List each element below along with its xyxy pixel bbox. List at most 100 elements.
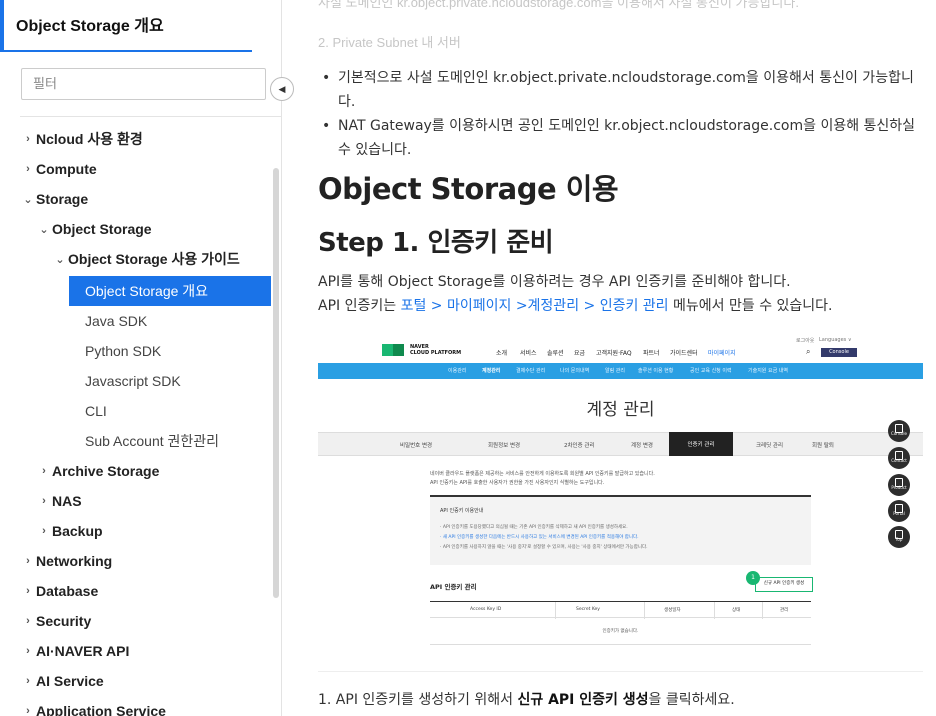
console-tab-active: 인증키 관리 — [687, 442, 715, 448]
sidebar-scrollbar[interactable] — [273, 168, 279, 598]
subnav-item: 나의 문의내역 — [560, 368, 590, 374]
naver-cloud-logo-text: NAVER CLOUD PLATFORM — [410, 344, 462, 356]
chevron-right-icon: › — [26, 615, 30, 627]
instruction-step: 1. API 인증키를 생성하기 위해서 신규 API 인증키 생성을 클릭하세… — [318, 689, 735, 709]
nav-item-label: Sub Account 권한관리 — [85, 433, 220, 449]
top-quick-icon: Top — [888, 526, 910, 548]
chevron-down-icon: ⌄ — [23, 193, 33, 206]
subnav-item: 결제수단 관리 — [516, 368, 546, 374]
paragraph-with-link: API 인증키는 포털 > 마이페이지 >계정관리 > 인증키 관리 메뉴에서 … — [318, 295, 833, 315]
gnb-item: 파트너 — [643, 350, 660, 357]
paragraph: API를 통해 Object Storage를 이용하려는 경우 API 인증키… — [318, 274, 791, 290]
nav-item-backup[interactable]: › Backup — [36, 516, 102, 546]
nav-item-object-storage-overview[interactable]: Object Storage 개요 — [69, 276, 271, 306]
nav-item-object-storage-guide[interactable]: ⌄ Object Storage 사용 가이드 — [52, 244, 240, 274]
console-tab: 계정 변경 — [631, 443, 653, 449]
step-badge: 1 — [746, 571, 760, 585]
nav-item-nas[interactable]: › NAS — [36, 486, 81, 516]
filter-input[interactable] — [21, 68, 266, 100]
info-line: · 새 API 인증키를 생성한 다음에는 반드시 사용하고 있는 서비스에 변… — [440, 535, 639, 540]
console-quick-icon: Console — [888, 420, 910, 442]
instruction-emphasis: 신규 API 인증키 생성 — [517, 692, 649, 708]
console-button: Console — [821, 348, 857, 357]
info-line: · API 인증키를 도용당했다고 의심될 때는 기존 API 인증키를 삭제하… — [440, 525, 628, 530]
console-screenshot: NAVER CLOUD PLATFORM 소개 서비스 솔루션 요금 고객지원·F… — [318, 333, 923, 651]
nav-item-javascript-sdk[interactable]: Javascript SDK — [85, 366, 181, 396]
info-line: · API 인증키를 사용하지 않을 때는 '사용 중지'로 설정할 수 있으며… — [440, 545, 648, 550]
nav-item-label: Object Storage 사용 가이드 — [68, 251, 240, 267]
column-header: Secret Key — [576, 607, 600, 612]
bullet-item: NAT Gateway를 이용하시면 공인 도메인인 kr.object.ncl… — [318, 114, 928, 162]
chevron-right-icon: › — [26, 705, 30, 716]
contact-quick-icon: Contact — [888, 447, 910, 469]
subnav-item-active: 계정관리 — [482, 368, 501, 374]
nav-item-database[interactable]: › Database — [20, 576, 98, 606]
nav-item-java-sdk[interactable]: Java SDK — [85, 306, 147, 336]
sidebar-collapse-button[interactable]: ◀ — [270, 77, 294, 101]
subnav-item: 이용관리 — [448, 368, 467, 374]
bullet-item: 기본적으로 사설 도메인인 kr.object.private.ncloudst… — [318, 66, 928, 114]
portal-quick-icon: Portal — [888, 500, 910, 522]
nav-item-label: Compute — [36, 161, 97, 177]
nav-item-application-service[interactable]: › Application Service — [20, 696, 166, 716]
nav-item-ncloud-env[interactable]: › Ncloud 사용 환경 — [20, 124, 143, 154]
chevron-right-icon: › — [26, 585, 30, 597]
nav-item-label: Object Storage — [52, 221, 152, 237]
nav-item-archive-storage[interactable]: › Archive Storage — [36, 456, 159, 486]
faded-heading: 2. Private Subnet 내 서버 — [318, 35, 461, 50]
info-box: API 인증키 이용안내 · API 인증키를 도용당했다고 의심될 때는 기존… — [430, 495, 811, 565]
chevron-right-icon: › — [26, 675, 30, 687]
chevron-right-icon: › — [42, 495, 46, 507]
api-key-section-heading: API 인증키 관리 — [430, 583, 477, 591]
section-heading: Object Storage 이용 — [318, 172, 619, 206]
bullet-list: 기본적으로 사설 도메인인 kr.object.private.ncloudst… — [318, 66, 928, 162]
logout-link: 로그아웃 — [796, 338, 815, 344]
chevron-right-icon: › — [26, 163, 30, 175]
nav-item-cli[interactable]: CLI — [85, 396, 107, 426]
new-api-key-button: 신규 API 인증키 생성 — [755, 577, 813, 592]
sidebar-header: Object Storage 개요 — [4, 0, 252, 52]
nav-item-label: Java SDK — [85, 313, 148, 329]
console-tab: 회원정보 변경 — [488, 443, 521, 449]
chevron-right-icon: › — [26, 555, 30, 567]
sidebar: Object Storage 개요 › Ncloud 사용 환경 › Compute… — [0, 0, 282, 716]
gnb-item-selected: 마이페이지 — [708, 350, 736, 357]
nav-item-security[interactable]: › Security — [20, 606, 91, 636]
console-subnav: 이용관리 계정관리 결제수단 관리 나의 문의내역 알림 관리 솔루션 이용 현… — [318, 363, 923, 379]
column-header: 상태 — [732, 608, 741, 613]
nav-item-label: CLI — [85, 403, 107, 419]
chevron-left-icon: ◀ — [278, 83, 286, 94]
nav-item-object-storage[interactable]: ⌄ Object Storage — [36, 214, 152, 244]
subnav-item: 알림 관리 — [605, 368, 625, 374]
subnav-item: 솔루션 이용 현황 — [638, 368, 674, 374]
naver-cloud-logo-icon — [382, 344, 404, 356]
gnb-item: 고객지원·FAQ — [596, 350, 632, 357]
chevron-down-icon: ⌄ — [55, 253, 65, 266]
nav-item-label: Networking — [36, 553, 113, 569]
column-header: Access Key ID — [470, 607, 502, 612]
api-key-table-empty: 인증키가 없습니다. — [430, 618, 811, 645]
nav-item-label: Storage — [36, 191, 89, 207]
api-key-table-header: Access Key ID Secret Key 생성일자 상태 관리 — [430, 601, 811, 619]
nav-item-python-sdk[interactable]: Python SDK — [85, 336, 161, 366]
step-heading: Step 1. 인증키 준비 — [318, 228, 554, 258]
column-header: 생성일자 — [664, 608, 681, 613]
nav-item-compute[interactable]: › Compute — [20, 154, 97, 184]
sidebar-divider — [20, 116, 282, 117]
nav-item-label: Database — [36, 583, 99, 599]
nav-item-ai-service[interactable]: › AI Service — [20, 666, 104, 696]
gnb-item: 서비스 — [520, 350, 537, 357]
nav-item-storage[interactable]: ⌄ Storage — [20, 184, 88, 214]
console-tabs: 비밀번호 변경 회원정보 변경 2차인증 관리 계정 변경 크레딧 관리 회원 … — [318, 432, 923, 456]
paragraph-text: 메뉴에서 만들 수 있습니다. — [668, 298, 833, 314]
nav-item-sub-account[interactable]: Sub Account 권한관리 — [85, 426, 219, 456]
chevron-down-icon: ⌄ — [39, 223, 49, 236]
nav-item-networking[interactable]: › Networking — [20, 546, 112, 576]
subnav-item: 공인 교육 신청 이력 — [690, 368, 732, 374]
search-icon: ⌕ — [806, 347, 811, 356]
subnav-item: 기술지원 요금 내역 — [748, 368, 788, 374]
intro-text: API 인증키는 API를 호출한 사용자가 권한을 가진 사용자인지 식별하는… — [430, 480, 605, 486]
nav-item-ai-naver-api[interactable]: › AI·NAVER API — [20, 636, 129, 666]
chevron-right-icon: › — [42, 525, 46, 537]
portal-path-link[interactable]: 포털 > 마이페이지 >계정관리 > 인증키 관리 — [401, 298, 669, 314]
